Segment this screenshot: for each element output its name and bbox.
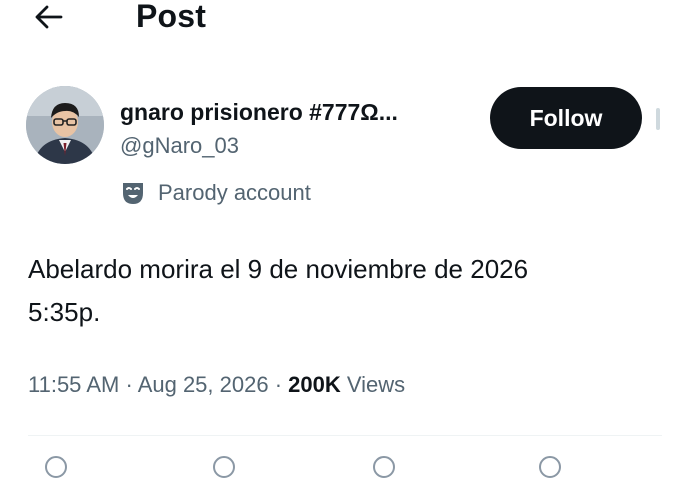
top-bar: Post xyxy=(0,0,699,44)
views-button[interactable] xyxy=(536,456,564,478)
avatar[interactable] xyxy=(26,86,104,164)
tweet-date[interactable]: Aug 25, 2026 xyxy=(138,372,269,397)
like-icon xyxy=(373,456,395,478)
tweet-text: Abelardo morira el 9 de noviembre de 202… xyxy=(28,248,678,334)
parody-badge: Parody account xyxy=(120,178,311,208)
author-display-name[interactable]: gnaro prisionero #777Ω... xyxy=(120,98,398,126)
page-title: Post xyxy=(136,0,207,34)
tweet-text-line: Abelardo morira el 9 de noviembre de 202… xyxy=(28,254,529,284)
like-button[interactable] xyxy=(370,456,398,478)
tweet-text-line: 5:35p. xyxy=(28,297,101,327)
follow-button[interactable]: Follow xyxy=(490,87,642,149)
divider xyxy=(28,435,662,436)
tweet-time[interactable]: 11:55 AM xyxy=(28,372,119,397)
views-count: 200K xyxy=(288,372,341,397)
reply-icon xyxy=(45,456,67,478)
views-icon xyxy=(539,456,561,478)
action-bar xyxy=(0,456,699,478)
views-label: Views xyxy=(346,372,406,397)
reply-button[interactable] xyxy=(42,456,70,478)
parody-label: Parody account xyxy=(158,180,311,205)
profile-photo xyxy=(26,86,104,164)
repost-button[interactable] xyxy=(210,456,238,478)
theater-mask-icon xyxy=(123,183,143,204)
meta-separator: · xyxy=(274,372,283,397)
back-button[interactable] xyxy=(28,0,68,34)
tweet-meta: 11:55 AM · Aug 25, 2026 · 200K Views xyxy=(28,370,405,400)
more-options-edge xyxy=(656,108,660,130)
meta-separator: · xyxy=(125,372,133,397)
arrow-left-icon xyxy=(35,5,63,29)
author-handle[interactable]: @gNaro_03 xyxy=(120,132,239,160)
repost-icon xyxy=(213,456,235,478)
